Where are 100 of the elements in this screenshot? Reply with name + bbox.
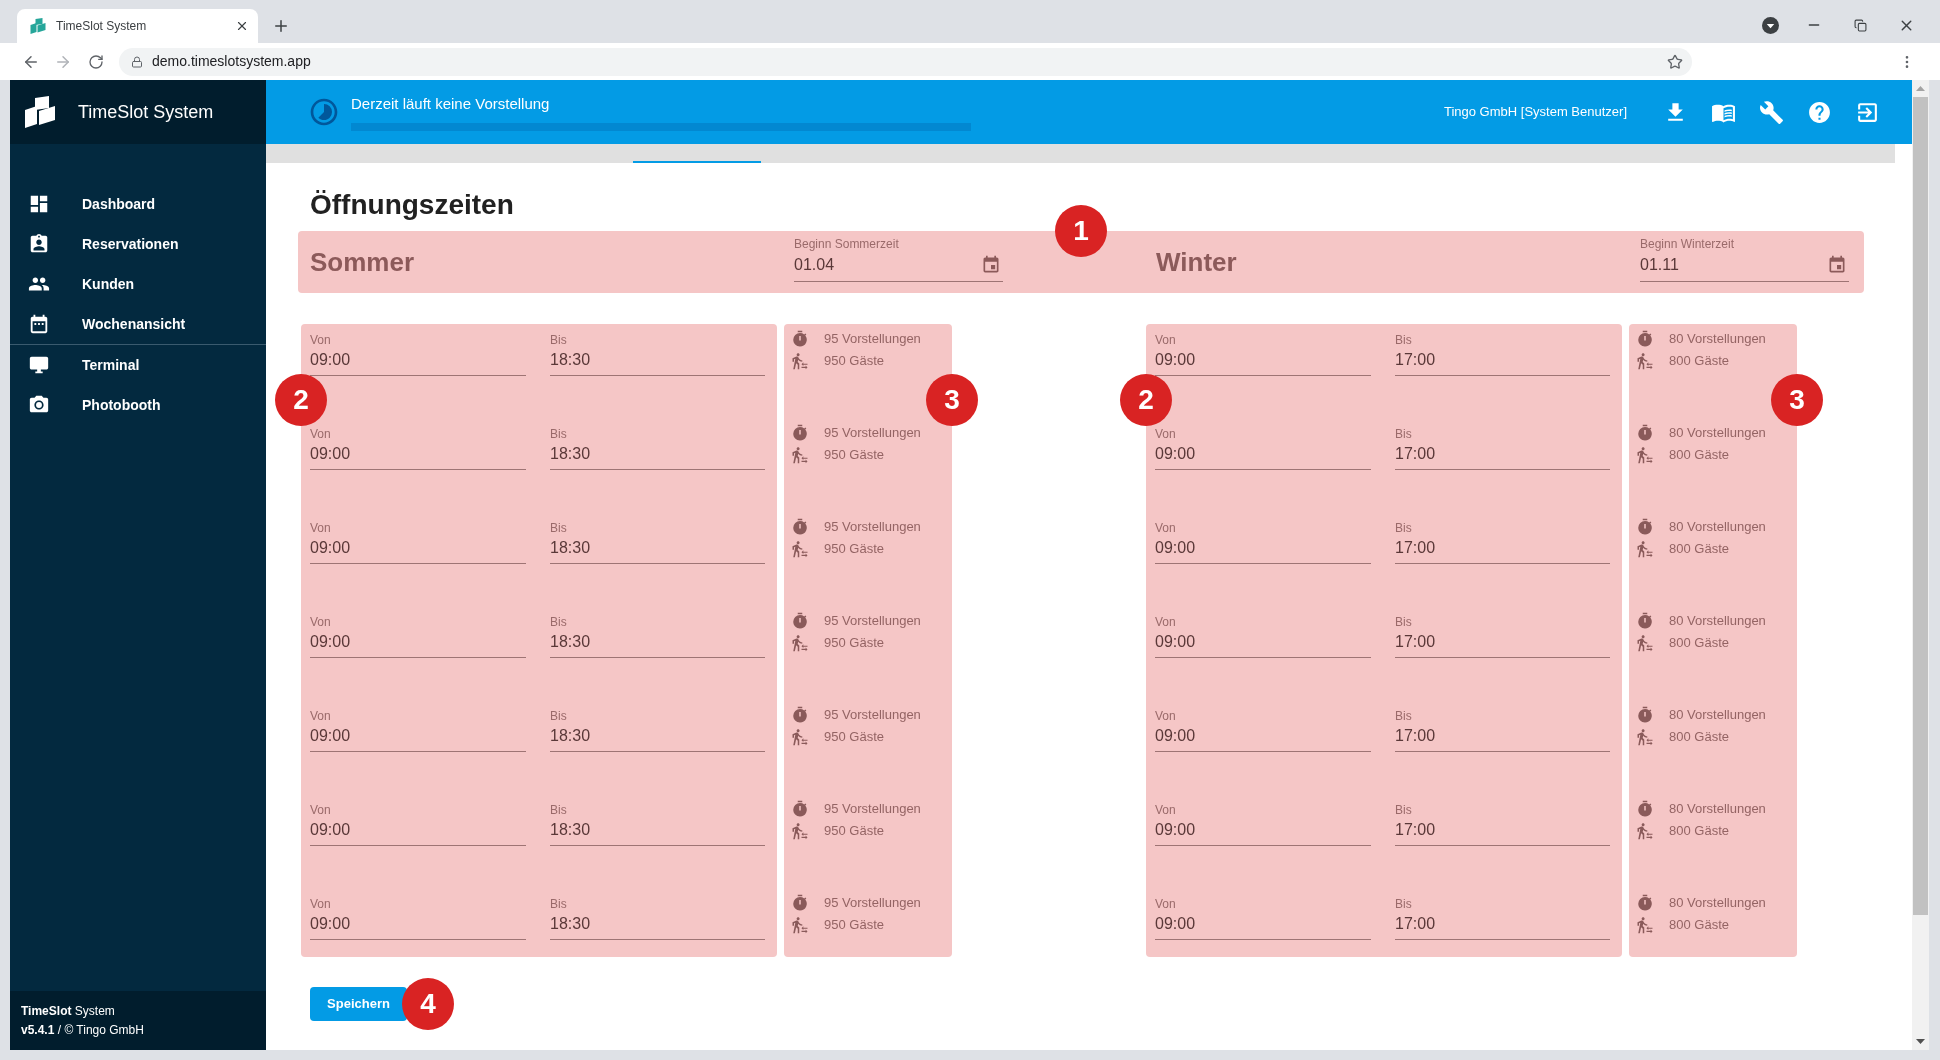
time-field[interactable]: Von 09:00 <box>1155 426 1371 470</box>
step-marker: 3 <box>926 374 978 426</box>
shows-count: 95 Vorstellungen <box>824 612 921 631</box>
scroll-down-icon[interactable] <box>1916 1039 1925 1044</box>
time-field[interactable]: Von 09:00 <box>310 520 526 564</box>
guests-count: 800 Gäste <box>1669 540 1729 559</box>
circle-caret-icon[interactable] <box>1762 16 1779 34</box>
stopwatch-icon <box>1636 706 1654 724</box>
time-field[interactable]: Bis 17:00 <box>1395 802 1610 846</box>
browser-tab[interactable]: TimeSlot System <box>17 9 258 43</box>
sidebar-item[interactable]: Photobooth <box>10 385 266 425</box>
time-field[interactable]: Von 09:00 <box>1155 896 1371 940</box>
step-marker: 1 <box>1055 205 1107 257</box>
address-bar[interactable]: demo.timeslotsystem.app <box>119 47 1692 76</box>
time-field[interactable]: Bis 17:00 <box>1395 520 1610 564</box>
scroll-up-icon[interactable] <box>1916 86 1925 91</box>
walker-arrows-icon <box>791 728 809 746</box>
clipboard-person-icon <box>28 233 50 255</box>
new-tab-icon[interactable] <box>272 17 290 35</box>
stopwatch-icon <box>1636 800 1654 818</box>
season-title: Winter <box>1156 245 1237 279</box>
sidebar-item[interactable]: Kunden <box>10 264 266 304</box>
sidebar-item[interactable]: Dashboard <box>10 184 266 224</box>
guests-count: 800 Gäste <box>1669 728 1729 747</box>
guests-count: 800 Gäste <box>1669 822 1729 841</box>
walker-arrows-icon <box>791 634 809 652</box>
sidebar-item[interactable]: Reservationen <box>10 224 266 264</box>
time-field[interactable]: Von 09:00 <box>310 614 526 658</box>
close-icon[interactable] <box>235 19 249 33</box>
walker-arrows-icon <box>791 446 809 464</box>
restore-icon[interactable] <box>1853 18 1867 32</box>
time-field[interactable]: Von 09:00 <box>1155 520 1371 564</box>
shows-count: 95 Vorstellungen <box>824 894 921 913</box>
shows-count: 95 Vorstellungen <box>824 330 921 349</box>
shows-count: 80 Vorstellungen <box>1669 612 1766 631</box>
time-field[interactable]: Von 09:00 <box>310 708 526 752</box>
walker-arrows-icon <box>791 540 809 558</box>
time-field[interactable]: Bis 17:00 <box>1395 426 1610 470</box>
walker-arrows-icon <box>1636 352 1654 370</box>
scrollbar[interactable] <box>1912 80 1929 1050</box>
lock-icon <box>131 55 143 68</box>
date-field[interactable]: Beginn Winterzeit 01.11 <box>1640 237 1849 282</box>
time-field[interactable]: Bis 18:30 <box>550 614 765 658</box>
time-field[interactable]: Bis 17:00 <box>1395 708 1610 752</box>
time-field[interactable]: Von 09:00 <box>1155 708 1371 752</box>
guests-count: 950 Gäste <box>824 634 884 653</box>
time-field[interactable]: Bis 18:30 <box>550 896 765 940</box>
walker-arrows-icon <box>1636 916 1654 934</box>
step-marker: 3 <box>1771 374 1823 426</box>
time-field[interactable]: Von 09:00 <box>310 896 526 940</box>
walker-arrows-icon <box>1636 728 1654 746</box>
time-field[interactable]: Bis 17:00 <box>1395 332 1610 376</box>
guests-count: 950 Gäste <box>824 916 884 935</box>
star-icon[interactable] <box>1667 53 1683 70</box>
time-field[interactable]: Von 09:00 <box>1155 332 1371 376</box>
sidebar-item[interactable]: Wochenansicht <box>10 304 266 344</box>
sidebar-item[interactable]: Terminal <box>10 345 266 385</box>
stopwatch-icon <box>791 706 809 724</box>
shows-count: 80 Vorstellungen <box>1669 800 1766 819</box>
logo-icon <box>24 96 56 128</box>
time-field[interactable]: Von 09:00 <box>310 426 526 470</box>
time-field[interactable]: Bis 18:30 <box>550 332 765 376</box>
help-icon[interactable] <box>1806 99 1832 125</box>
guests-count: 800 Gäste <box>1669 446 1729 465</box>
walker-arrows-icon <box>1636 540 1654 558</box>
shows-count: 95 Vorstellungen <box>824 424 921 443</box>
scrollbar-thumb[interactable] <box>1913 97 1928 915</box>
guests-count: 800 Gäste <box>1669 634 1729 653</box>
app-name: TimeSlot System <box>21 1002 116 1020</box>
shows-count: 95 Vorstellungen <box>824 800 921 819</box>
stopwatch-icon <box>791 894 809 912</box>
time-field[interactable]: Bis 17:00 <box>1395 896 1610 940</box>
walker-arrows-icon <box>1636 634 1654 652</box>
status-text: Derzeit läuft keine Vorstellung <box>351 93 551 114</box>
time-field[interactable]: Von 09:00 <box>1155 614 1371 658</box>
walker-arrows-icon <box>1636 822 1654 840</box>
reload-icon[interactable] <box>88 53 104 70</box>
time-field[interactable]: Bis 18:30 <box>550 802 765 846</box>
walker-arrows-icon <box>791 916 809 934</box>
calendar-icon[interactable] <box>981 255 1001 275</box>
time-field[interactable]: Bis 18:30 <box>550 426 765 470</box>
walker-arrows-icon <box>1636 446 1654 464</box>
guests-count: 950 Gäste <box>824 352 884 371</box>
favicon-icon <box>30 18 46 34</box>
time-field[interactable]: Von 09:00 <box>310 802 526 846</box>
time-field[interactable]: Bis 17:00 <box>1395 614 1610 658</box>
date-field[interactable]: Beginn Sommerzeit 01.04 <box>794 237 1003 282</box>
brand-name: TimeSlot System <box>78 100 214 124</box>
guests-count: 800 Gäste <box>1669 352 1729 371</box>
time-field[interactable]: Von 09:00 <box>310 332 526 376</box>
shows-count: 80 Vorstellungen <box>1669 706 1766 725</box>
time-field[interactable]: Bis 18:30 <box>550 520 765 564</box>
stopwatch-icon <box>1636 518 1654 536</box>
wrench-icon[interactable] <box>1758 99 1784 125</box>
calendar-icon[interactable] <box>1827 255 1847 275</box>
stopwatch-icon <box>1636 612 1654 630</box>
shows-count: 80 Vorstellungen <box>1669 518 1766 537</box>
stopwatch-icon <box>1636 894 1654 912</box>
time-field[interactable]: Von 09:00 <box>1155 802 1371 846</box>
time-field[interactable]: Bis 18:30 <box>550 708 765 752</box>
